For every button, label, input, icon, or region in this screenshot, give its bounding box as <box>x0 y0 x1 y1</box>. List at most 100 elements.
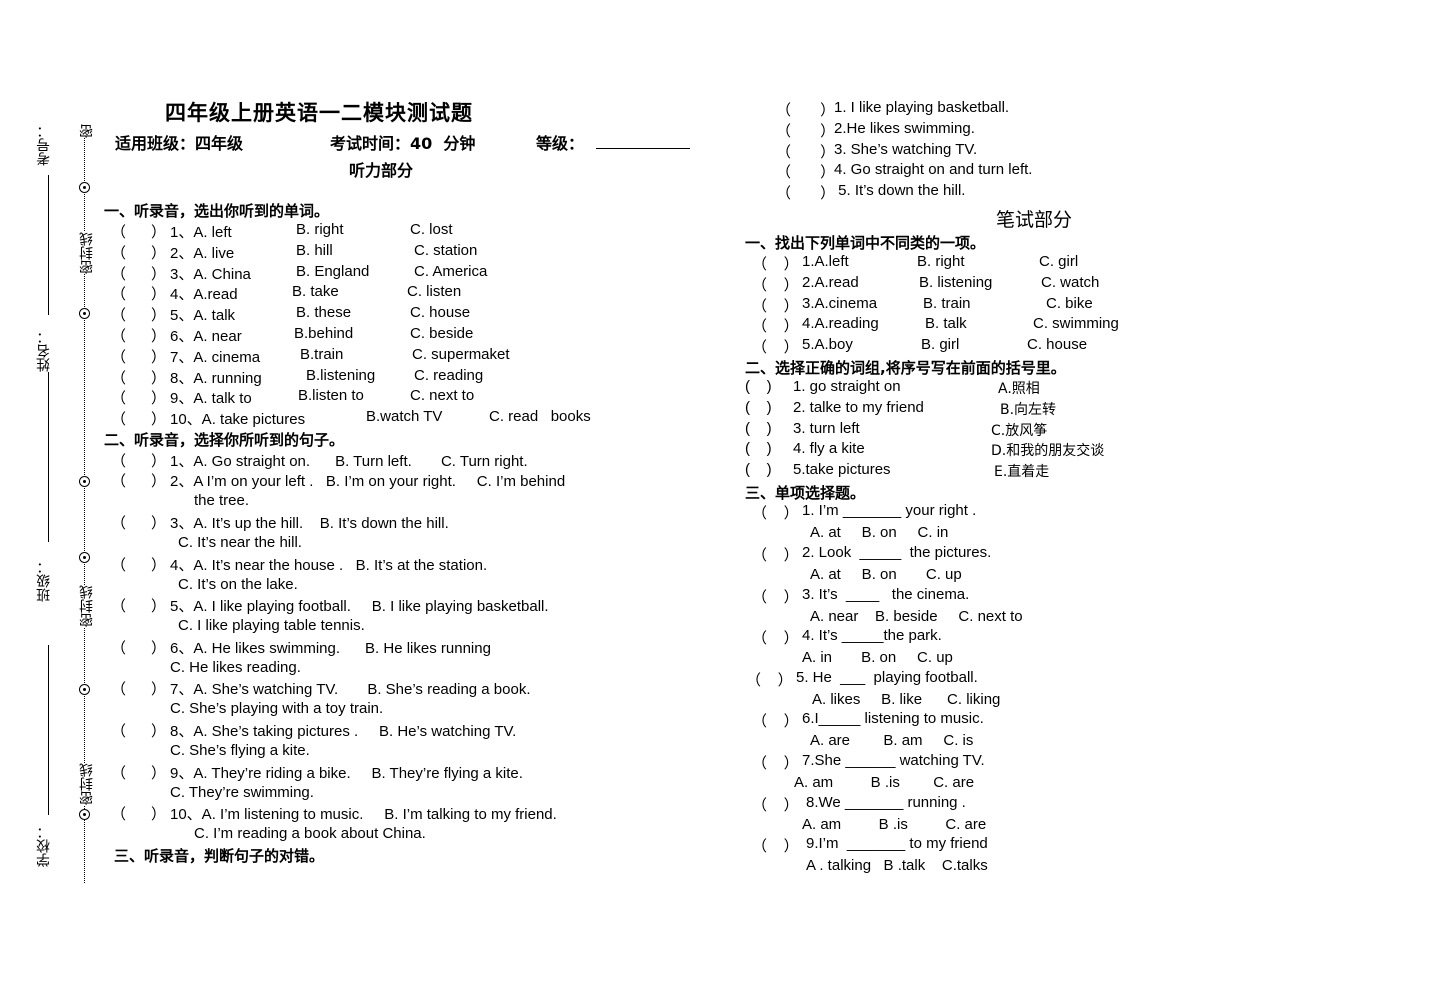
answer-paren[interactable]: ( ) <box>745 461 772 478</box>
option-b: B. these <box>296 304 352 322</box>
seal-line-label: 密封线 <box>77 585 97 627</box>
question-options: A. likes B. like C. liking <box>812 691 1001 708</box>
question-options: 7、A. She’s watching TV. B. She’s reading… <box>170 681 531 698</box>
answer-paren[interactable]: （ ） <box>752 544 799 565</box>
answer-paren[interactable]: （ ） <box>111 325 166 346</box>
option-c: C. read books <box>489 408 591 426</box>
answer-paren[interactable]: （ ） <box>111 242 166 263</box>
question-options: 4、A. It’s near the house . B. It’s at th… <box>170 557 488 574</box>
binding-hole-icon <box>79 684 90 695</box>
option-b: B. hill <box>296 241 333 259</box>
question-options-cont: C. She’s playing with a toy train. <box>170 700 384 717</box>
class-label: 班级： <box>36 560 52 602</box>
question-text: 1. I’m _______ your right . <box>802 502 977 519</box>
answer-paren[interactable]: （ ） <box>776 141 835 162</box>
option-a: 5、A. talk <box>170 307 236 325</box>
statement-text: 3. She’s watching TV. <box>834 140 978 158</box>
answer-paren[interactable]: （ ） <box>746 669 793 690</box>
question-text: 5. He ___ playing football. <box>796 669 978 686</box>
option-c: C. swimming <box>1033 315 1119 333</box>
question-options-cont: C. I’m reading a book about China. <box>194 825 426 842</box>
option-c: C. house <box>1027 336 1088 354</box>
phrase-chinese: A.照相 <box>998 381 1040 397</box>
answer-paren[interactable]: （ ） <box>776 99 835 120</box>
question-options-cont: C. She’s flying a kite. <box>170 742 310 759</box>
phrase-english: 4. fly a kite <box>793 440 865 458</box>
answer-paren[interactable]: （ ） <box>752 295 799 316</box>
grade-field[interactable] <box>596 148 690 149</box>
option-c: C. lost <box>410 221 453 238</box>
question-options-cont: C. It’s near the hill. <box>178 534 302 551</box>
answer-paren[interactable]: （ ） <box>111 762 166 783</box>
answer-paren[interactable]: ( ) <box>745 399 772 416</box>
answer-paren[interactable]: （ ） <box>111 512 166 533</box>
answer-paren[interactable]: （ ） <box>111 803 166 824</box>
answer-paren[interactable]: （ ） <box>776 120 835 141</box>
option-c: C. reading <box>414 366 484 384</box>
answer-paren[interactable]: （ ） <box>111 221 166 242</box>
answer-paren[interactable]: （ ） <box>111 408 166 429</box>
answer-paren[interactable]: （ ） <box>111 283 166 304</box>
question-options-cont: the tree. <box>194 492 250 509</box>
option-b: B.listen to <box>298 387 364 405</box>
option-c: C. girl <box>1039 253 1079 270</box>
statement-text: 1. I like playing basketball. <box>834 99 1010 116</box>
answer-paren[interactable]: （ ） <box>752 315 799 336</box>
option-a: 1、A. left <box>170 224 232 241</box>
option-a: 4.A.reading <box>802 315 879 333</box>
answer-paren[interactable]: （ ） <box>776 161 835 182</box>
answer-paren[interactable]: （ ） <box>752 710 799 731</box>
answer-paren[interactable]: （ ） <box>752 336 799 357</box>
phrase-chinese: B.向左转 <box>1000 401 1057 418</box>
phrase-chinese: C.放风筝 <box>991 422 1048 439</box>
question-options: 8、A. She’s taking pictures . B. He’s wat… <box>170 723 517 740</box>
question-options: 6、A. He likes swimming. B. He likes runn… <box>170 640 491 657</box>
answer-paren[interactable]: ( ) <box>745 378 772 395</box>
option-c: C. house <box>410 304 471 322</box>
answer-paren[interactable]: （ ） <box>111 595 166 616</box>
phrase-english: 5.take pictures <box>793 461 891 479</box>
answer-paren[interactable]: （ ） <box>111 263 166 284</box>
option-c: C. listen <box>407 283 462 301</box>
answer-paren[interactable]: （ ） <box>111 304 166 325</box>
answer-paren[interactable]: （ ） <box>111 678 166 699</box>
answer-paren[interactable]: （ ） <box>111 554 166 575</box>
question-options: 10、A. I’m listening to music. B. I’m tal… <box>170 806 557 823</box>
answer-paren[interactable]: （ ） <box>752 627 799 648</box>
question-options: A. am B .is C. are <box>802 816 987 833</box>
answer-paren[interactable]: （ ） <box>776 182 835 203</box>
question-options: A. near B. beside C. next to <box>810 608 1023 625</box>
exam-number-underline <box>48 175 49 315</box>
answer-paren[interactable]: （ ） <box>111 637 166 658</box>
listening-part1-heading: 一、听录音，选出你听到的单词。 <box>104 202 330 220</box>
answer-paren[interactable]: （ ） <box>111 450 166 471</box>
answer-paren[interactable]: （ ） <box>752 752 799 773</box>
grade-label: 等级： <box>536 134 585 153</box>
answer-paren[interactable]: （ ） <box>111 470 166 491</box>
option-a: 8、A. running <box>170 369 262 387</box>
applicable-class: 适用班级：四年级 <box>115 134 244 153</box>
answer-paren[interactable]: （ ） <box>111 720 166 741</box>
answer-paren[interactable]: （ ） <box>752 794 799 815</box>
answer-paren[interactable]: （ ） <box>111 346 166 367</box>
question-options: 3、A. It’s up the hill. B. It’s down the … <box>170 515 449 532</box>
answer-paren[interactable]: ( ) <box>745 420 772 437</box>
answer-paren[interactable]: ( ) <box>745 440 772 457</box>
exam-time: 考试时间：40 分钟 <box>330 134 476 153</box>
option-a: 2、A. live <box>170 244 235 262</box>
answer-paren[interactable]: （ ） <box>752 253 799 274</box>
answer-paren[interactable]: （ ） <box>752 835 799 856</box>
answer-paren[interactable]: （ ） <box>111 367 166 388</box>
binding-hole-icon <box>79 809 90 820</box>
listening-part2-heading: 二、听录音，选择你所听到的句子。 <box>104 431 345 449</box>
answer-paren[interactable]: （ ） <box>752 502 799 523</box>
question-options-cont: C. They’re swimming. <box>170 784 314 801</box>
answer-paren[interactable]: （ ） <box>752 274 799 295</box>
option-c: C. supermaket <box>412 345 510 363</box>
question-options: A . talking B .talk C.talks <box>806 857 988 874</box>
school-underline <box>48 645 49 815</box>
written-part1-heading: 一、找出下列单词中不同类的一项。 <box>745 234 986 252</box>
option-a: 7、A. cinema <box>170 348 261 366</box>
answer-paren[interactable]: （ ） <box>752 586 799 607</box>
answer-paren[interactable]: （ ） <box>111 387 166 408</box>
